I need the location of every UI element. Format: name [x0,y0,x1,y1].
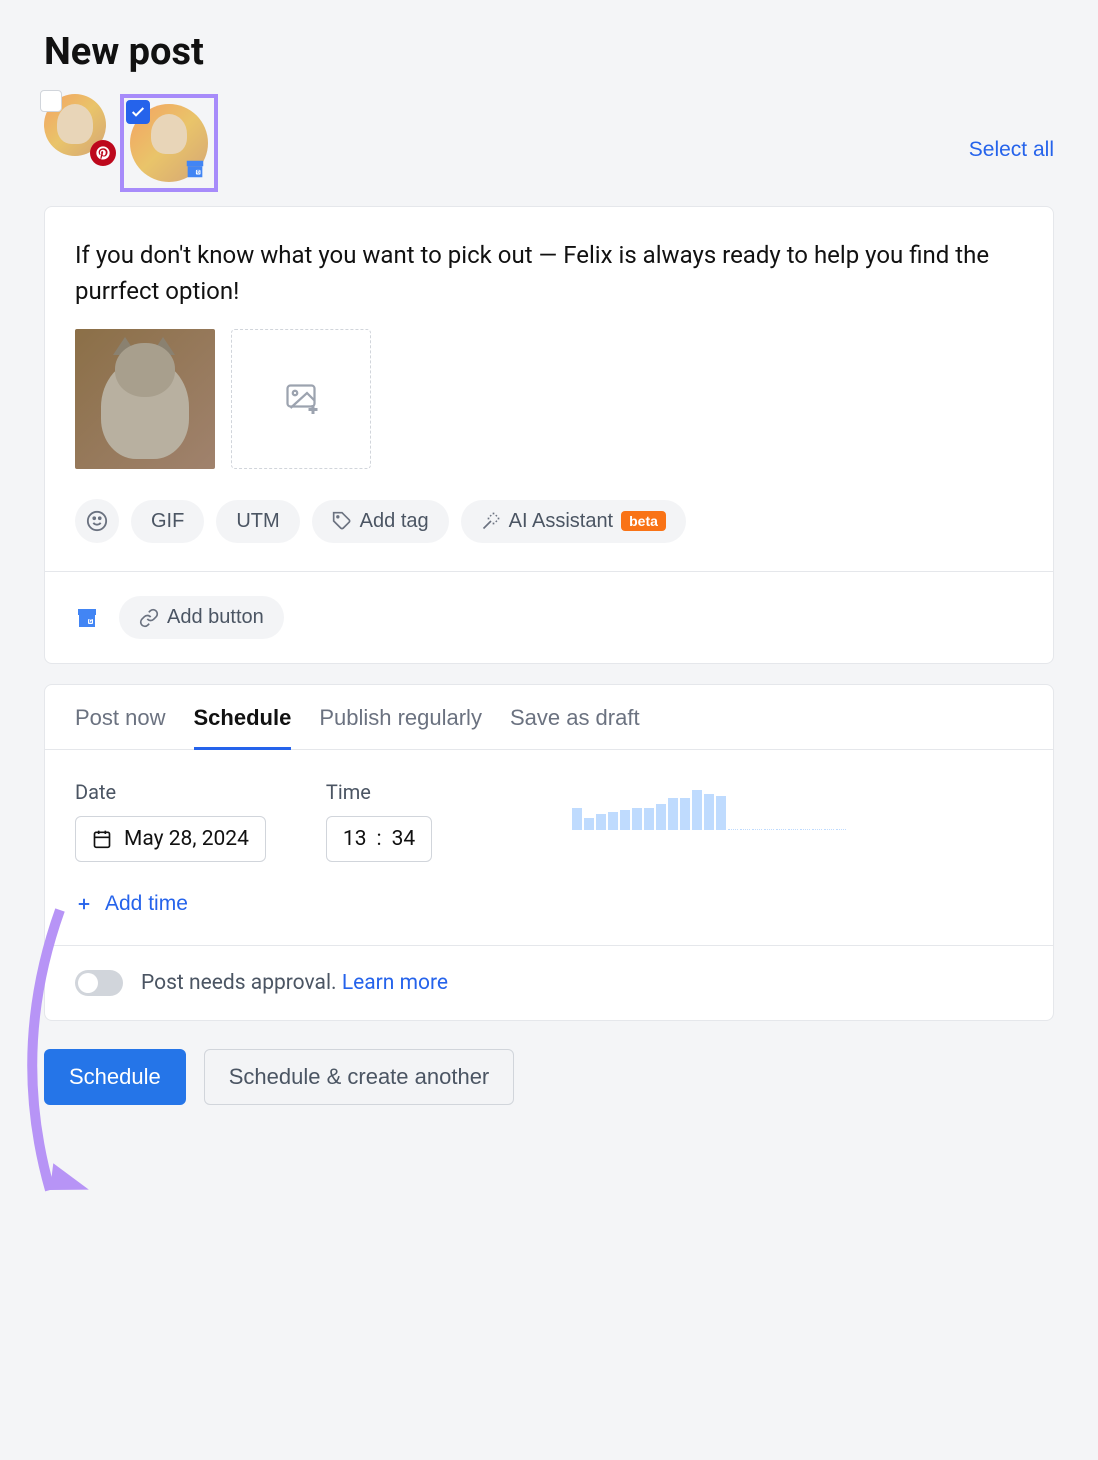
chart-bar [728,828,738,830]
plus-icon [75,895,93,913]
media-thumbnail[interactable] [75,329,215,469]
chart-bar [800,828,810,830]
chart-bar [812,828,822,830]
svg-text:G: G [89,619,93,625]
approval-text: Post needs approval. Learn more [141,971,448,995]
chart-bar [680,798,690,830]
schedule-body: Date May 28, 2024 Time 13 : 34 [45,750,1053,892]
post-text-input[interactable]: If you don't know what you want to pick … [45,207,1053,329]
composer-toolbar: GIF UTM Add tag AI Assistant beta [45,499,1053,571]
add-media-button[interactable] [231,329,371,469]
chart-bar [764,828,774,830]
scheduling-card: Post now Schedule Publish regularly Save… [44,684,1054,1021]
time-minute: 34 [392,827,416,851]
chart-bar [656,804,666,830]
add-tag-button[interactable]: Add tag [312,500,449,543]
account-gmb-selected[interactable]: G [120,94,218,192]
magic-wand-icon [481,511,501,531]
accounts-row: G Select all [44,94,1054,192]
accounts-list: G [44,94,218,192]
composer-card: If you don't know what you want to pick … [44,206,1054,664]
approval-toggle[interactable] [75,970,123,996]
ai-assistant-button[interactable]: AI Assistant beta [461,500,686,543]
checkbox-unchecked-icon[interactable] [40,90,62,112]
chart-bar [824,828,834,830]
add-time-button[interactable]: Add time [75,892,188,916]
chart-bar [704,794,714,830]
chart-bar [584,818,594,830]
chart-bar [716,796,726,830]
date-label: Date [75,780,266,804]
chart-bar [608,812,618,830]
chart-bar [788,828,798,830]
schedule-create-another-button[interactable]: Schedule & create another [204,1049,515,1105]
beta-badge: beta [621,511,666,531]
chart-bar [620,810,630,830]
tag-icon [332,511,352,531]
chart-bar [644,808,654,830]
media-row [45,329,1053,499]
tab-save-as-draft[interactable]: Save as draft [510,705,640,749]
select-all-button[interactable]: Select all [969,94,1054,162]
best-time-chart [492,780,1023,830]
emoji-icon [86,510,108,532]
schedule-button[interactable]: Schedule [44,1049,186,1105]
emoji-button[interactable] [75,499,119,543]
chart-bar [752,828,762,830]
time-input[interactable]: 13 : 34 [326,816,432,862]
add-button-button[interactable]: Add button [119,596,284,639]
scheduling-tabs: Post now Schedule Publish regularly Save… [45,685,1053,750]
time-label: Time [326,780,432,804]
tab-post-now[interactable]: Post now [75,705,166,749]
time-hour: 13 [343,827,367,851]
add-tag-label: Add tag [360,510,429,533]
page-title: New post [44,30,1054,74]
tab-schedule[interactable]: Schedule [194,705,292,749]
date-input[interactable]: May 28, 2024 [75,816,266,862]
tab-publish-regularly[interactable]: Publish regularly [319,705,482,749]
learn-more-link[interactable]: Learn more [342,971,448,995]
approval-section: Post needs approval. Learn more [45,945,1053,1020]
platform-options-section: G Add button [45,571,1053,663]
chart-bar [692,790,702,830]
chart-bar [836,828,846,830]
chart-bar [668,798,678,830]
add-time-row: Add time [45,892,1053,945]
link-icon [139,608,159,628]
checkbox-checked-icon[interactable] [126,100,150,124]
time-separator: : [377,827,382,851]
pinterest-icon [90,140,116,166]
calendar-icon [92,829,112,849]
svg-text:G: G [197,170,200,176]
add-time-label: Add time [105,892,188,916]
utm-button[interactable]: UTM [216,500,299,543]
ai-assistant-label: AI Assistant [509,510,614,533]
time-field-group: Time 13 : 34 [326,780,432,862]
chart-bar [632,808,642,830]
date-value: May 28, 2024 [124,827,249,851]
gmb-icon: G [182,156,208,182]
chart-bar [740,828,750,830]
gmb-icon: G [75,606,99,630]
chart-bar [776,828,786,830]
date-field-group: Date May 28, 2024 [75,780,266,862]
add-image-icon [283,381,319,417]
action-buttons: Schedule Schedule & create another [44,1041,1054,1105]
account-pinterest[interactable] [44,94,114,164]
chart-bar [572,808,582,830]
add-button-label: Add button [167,606,264,629]
gif-button[interactable]: GIF [131,500,204,543]
chart-bar [596,814,606,830]
